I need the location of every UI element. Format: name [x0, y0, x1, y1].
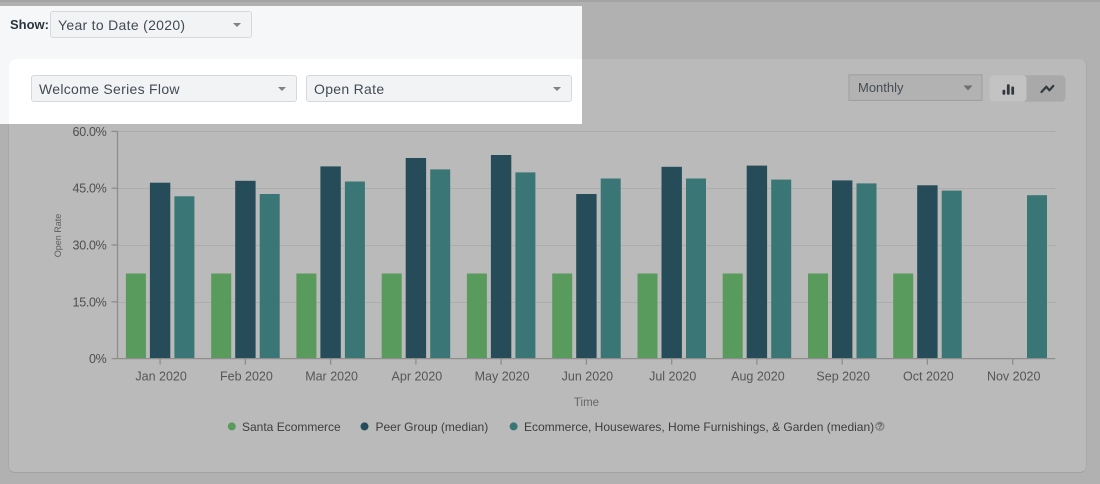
- svg-text:0%: 0%: [89, 352, 107, 366]
- svg-text:15.0%: 15.0%: [73, 295, 107, 309]
- svg-text:Ecommerce, Housewares, Home Fu: Ecommerce, Housewares, Home Furnishings,…: [524, 420, 874, 434]
- svg-text:Aug 2020: Aug 2020: [731, 369, 785, 383]
- svg-text:Santa Ecommerce: Santa Ecommerce: [242, 420, 341, 434]
- svg-text:30.0%: 30.0%: [73, 239, 107, 253]
- svg-text:Sep 2020: Sep 2020: [816, 369, 870, 383]
- svg-text:Monthly: Monthly: [858, 80, 904, 95]
- svg-text:May 2020: May 2020: [475, 369, 530, 383]
- svg-text:Time: Time: [574, 397, 599, 409]
- svg-text:Jul 2020: Jul 2020: [649, 369, 696, 383]
- svg-text:Jan 2020: Jan 2020: [135, 369, 186, 383]
- svg-text:?: ?: [877, 422, 882, 431]
- svg-text:Feb 2020: Feb 2020: [220, 369, 273, 383]
- svg-text:Jun 2020: Jun 2020: [562, 369, 613, 383]
- svg-text:Peer Group (median): Peer Group (median): [376, 420, 489, 434]
- svg-text:Mar 2020: Mar 2020: [305, 369, 358, 383]
- svg-text:60.0%: 60.0%: [73, 125, 107, 139]
- svg-text:Nov 2020: Nov 2020: [987, 369, 1041, 383]
- svg-text:Oct 2020: Oct 2020: [903, 369, 954, 383]
- svg-text:45.0%: 45.0%: [73, 182, 107, 196]
- svg-text:Open Rate: Open Rate: [53, 214, 63, 258]
- svg-text:Apr 2020: Apr 2020: [392, 369, 443, 383]
